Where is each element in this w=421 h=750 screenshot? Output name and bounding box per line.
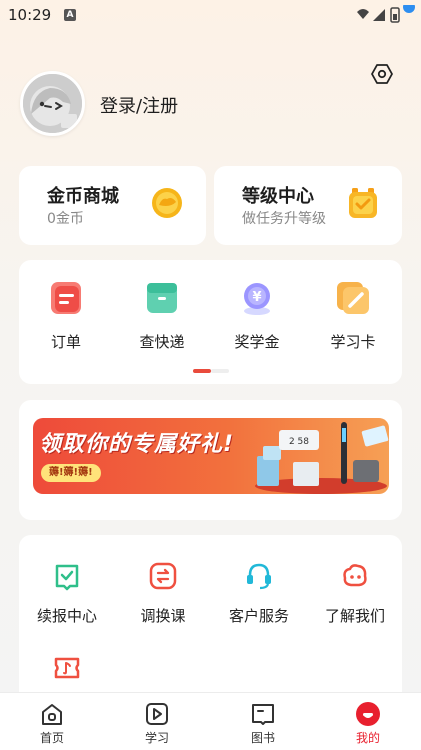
quick-label: 奖学金	[234, 333, 280, 351]
bottom-tab-bar: 首页 学习 图书 我的	[0, 692, 421, 750]
quick-label: 查快递	[139, 333, 185, 351]
status-time: 10:29	[8, 6, 52, 24]
service-label: 调换课	[140, 607, 186, 625]
tab-study[interactable]: 学习	[127, 701, 187, 746]
wifi-icon	[357, 9, 369, 19]
tab-label: 图书	[250, 731, 275, 745]
tab-label: 首页	[39, 731, 64, 745]
service-customer-support[interactable]: 客户服务	[211, 561, 307, 626]
coin-icon	[152, 188, 182, 218]
level-center-title: 等级中心	[242, 186, 314, 207]
services-card: 续报中心 调换课 客户服务 了解我们	[19, 535, 402, 715]
quick-menu-card: 订单 查快递 ¥ 奖学金 学习卡	[19, 260, 402, 384]
profile-icon	[356, 702, 380, 726]
ticket-icon	[54, 657, 80, 679]
settings-icon[interactable]	[370, 62, 394, 86]
quick-item-package[interactable]: 查快递	[122, 280, 202, 352]
banner-title: 领取你的专属好礼!	[39, 432, 235, 457]
service-label: 了解我们	[324, 607, 385, 625]
tab-profile[interactable]: 我的	[338, 701, 398, 746]
status-notification-icon: A	[64, 9, 76, 21]
quick-menu-pager	[193, 369, 229, 373]
scholarship-icon: ¥	[244, 283, 270, 315]
banner-pill: 薅!薅!薅!	[41, 464, 101, 482]
quick-label: 订单	[50, 333, 81, 351]
play-icon	[146, 703, 168, 725]
service-label: 客户服务	[228, 607, 289, 625]
home-icon	[42, 704, 62, 725]
status-icons	[357, 5, 415, 23]
quick-label: 学习卡	[330, 333, 376, 351]
status-bar: 10:29 A	[0, 0, 421, 30]
avatar[interactable]	[20, 71, 85, 136]
coin-mall-title: 金币商城	[47, 186, 119, 207]
service-renew[interactable]: 续报中心	[19, 561, 115, 626]
service-label: 续报中心	[36, 607, 97, 625]
banner-device-readout: 2 58	[289, 437, 309, 447]
avatar-placeholder-icon	[23, 74, 82, 133]
service-ticket[interactable]	[19, 653, 115, 697]
promo-banner[interactable]: 领取你的专属好礼! 薅!薅!薅! 2 58	[33, 418, 389, 494]
quick-item-study-card[interactable]: 学习卡	[313, 280, 393, 352]
badge-icon	[349, 188, 377, 218]
service-swap[interactable]: 调换课	[115, 561, 211, 626]
service-about-us[interactable]: 了解我们	[307, 561, 403, 626]
about-icon	[343, 564, 367, 587]
headset-icon	[247, 563, 271, 590]
study-card-icon	[337, 282, 369, 314]
level-center-card[interactable]: 等级中心 做任务升等级	[214, 166, 402, 245]
pager-dot	[211, 369, 229, 373]
tab-home[interactable]: 首页	[22, 701, 82, 746]
banner-product-illustration: 2 58	[255, 422, 389, 494]
package-icon	[147, 283, 177, 313]
tab-label: 我的	[355, 731, 380, 745]
signal-icon	[373, 9, 385, 21]
quick-item-order[interactable]: 订单	[26, 280, 106, 352]
coin-mall-card[interactable]: 金币商城 0金币	[19, 166, 206, 245]
banner-card: 领取你的专属好礼! 薅!薅!薅! 2 58	[19, 400, 402, 520]
quick-item-scholarship[interactable]: ¥ 奖学金	[217, 280, 297, 352]
pager-dot-active	[193, 369, 211, 373]
book-icon	[252, 704, 274, 725]
swap-icon	[149, 562, 177, 590]
renew-icon	[55, 564, 79, 591]
tab-label: 学习	[144, 731, 169, 745]
login-register-link[interactable]: 登录/注册	[100, 92, 178, 118]
svg-text:¥: ¥	[252, 290, 261, 305]
coin-balance: 0金币	[47, 211, 84, 227]
order-icon	[51, 282, 81, 314]
level-center-subtitle: 做任务升等级	[242, 211, 326, 227]
tab-books[interactable]: 图书	[233, 701, 293, 746]
